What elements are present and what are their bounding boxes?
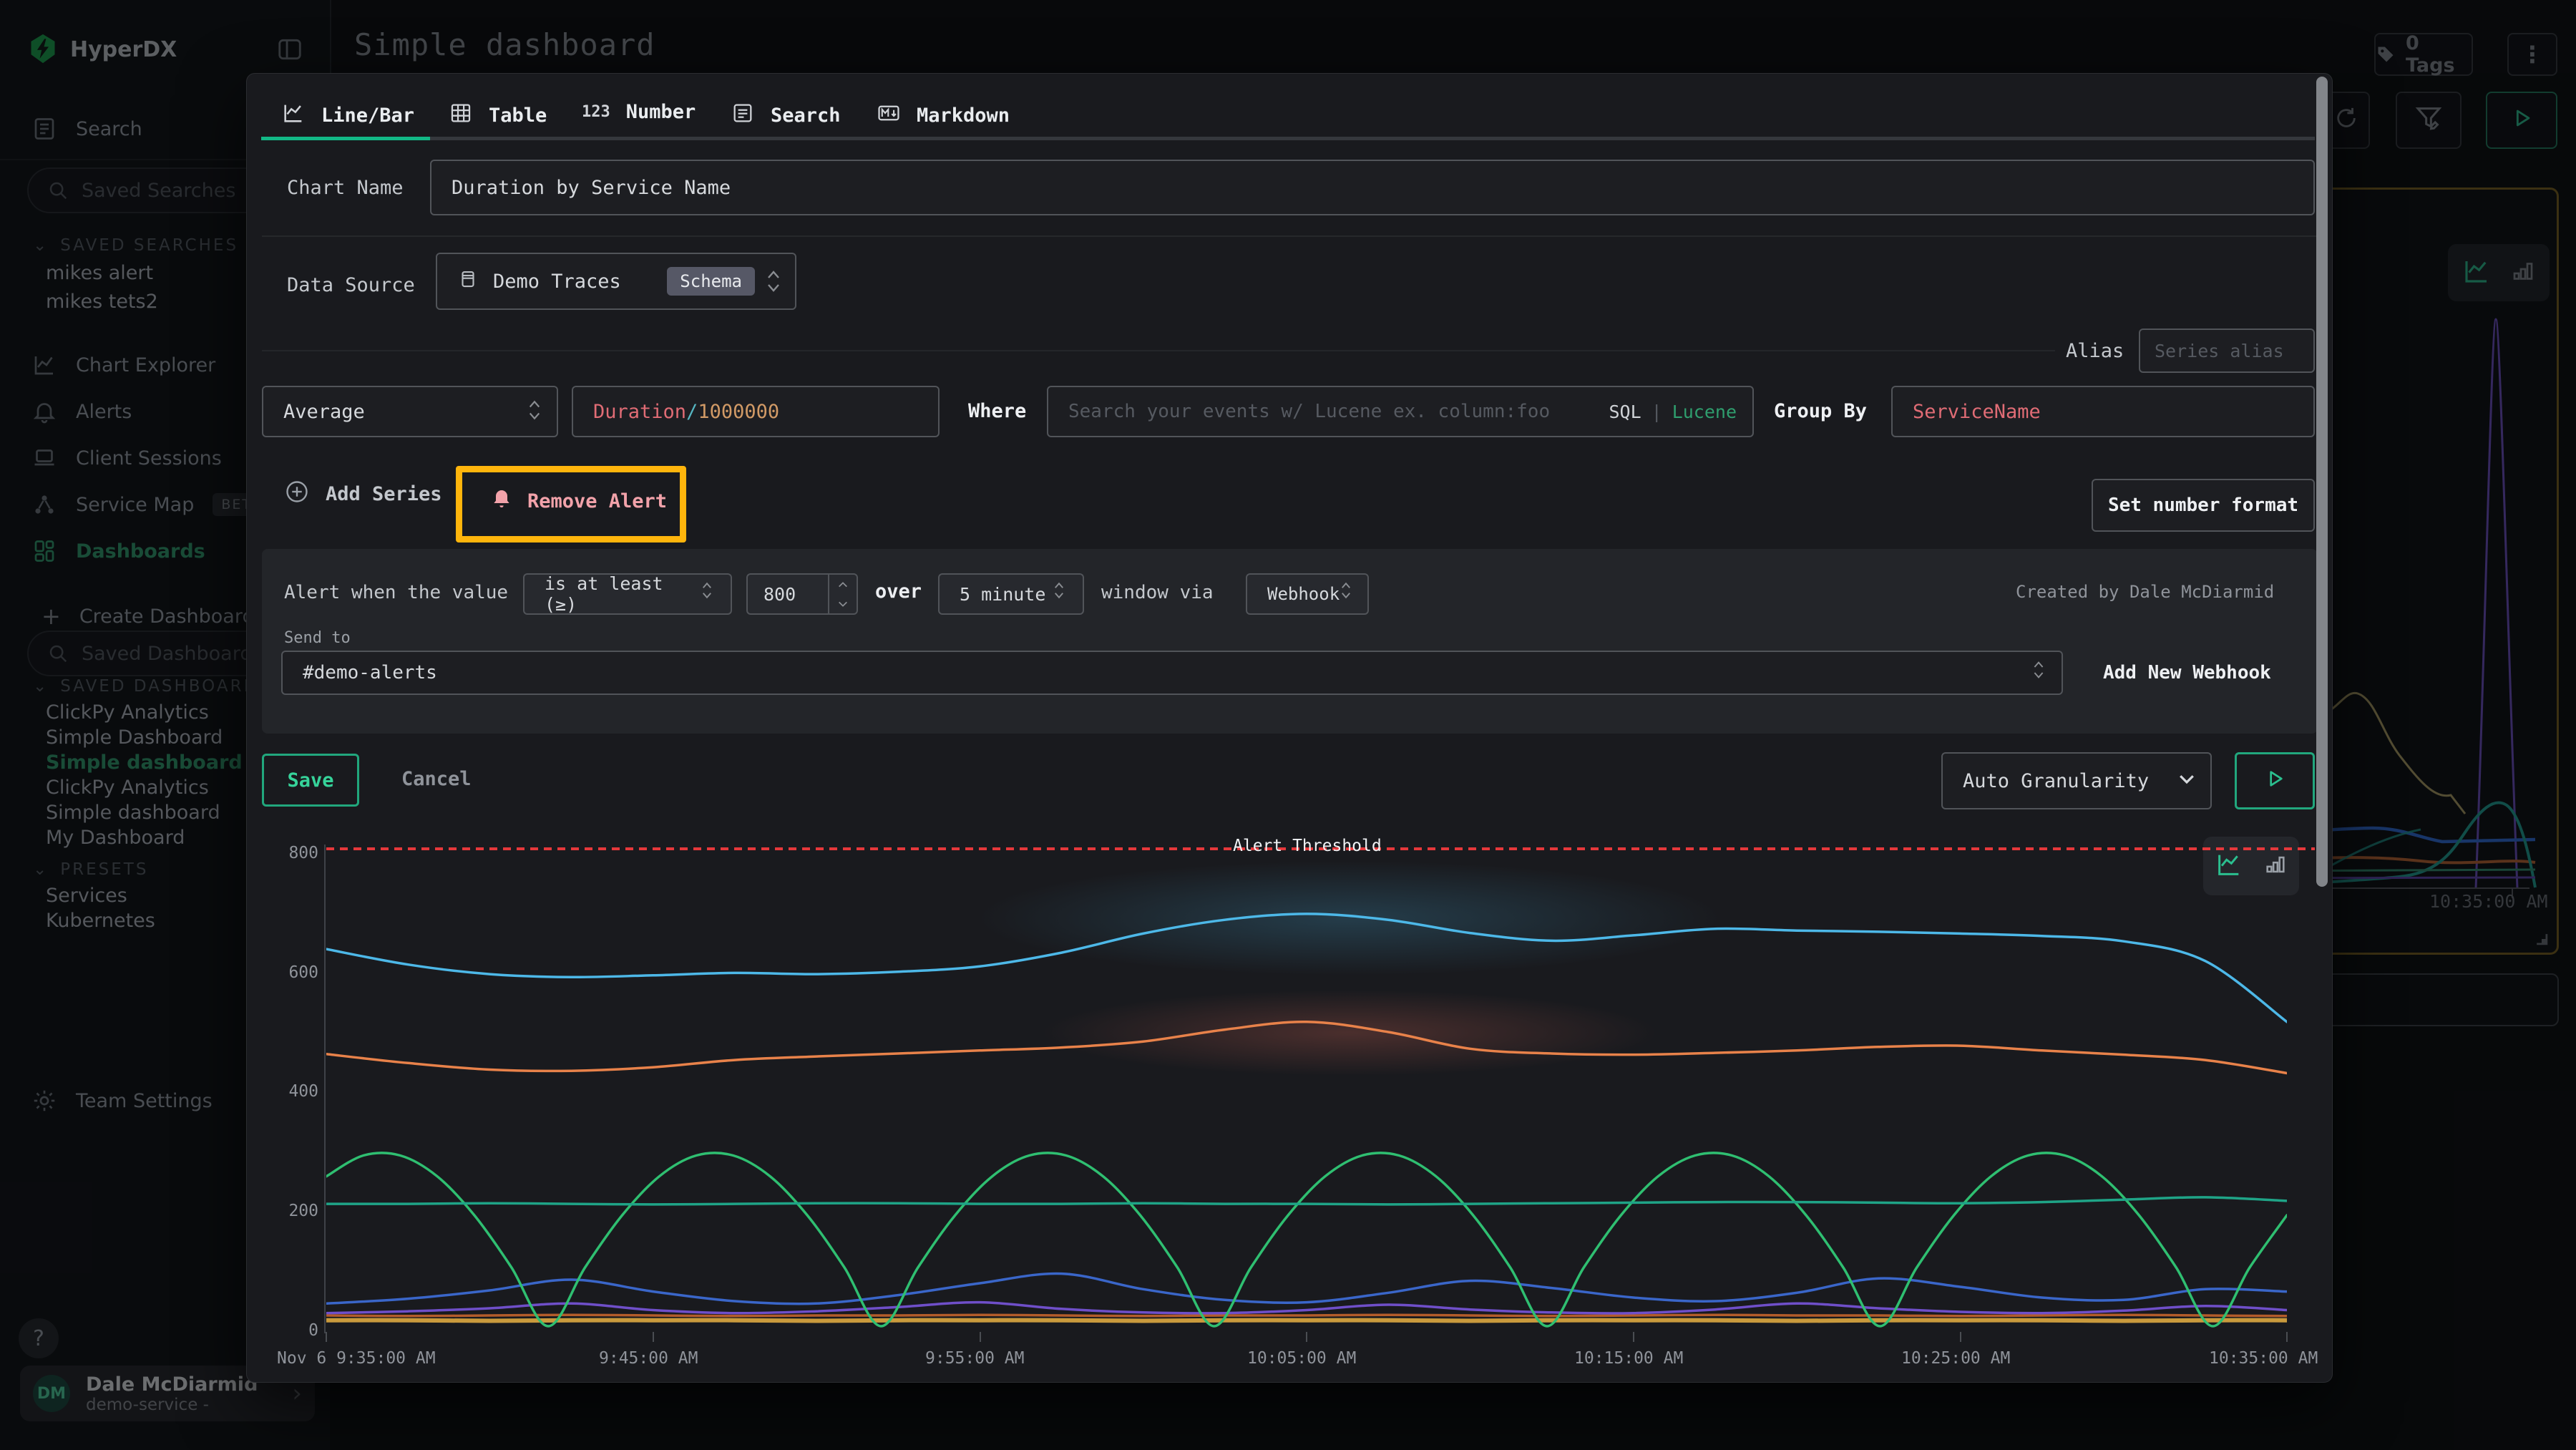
chart-series-series-dark-orange-flat: [326, 1315, 2287, 1316]
data-source-select[interactable]: Demo Traces Schema: [436, 253, 796, 310]
tab-number[interactable]: 123 Number: [582, 101, 696, 123]
set-number-format-button[interactable]: Set number format: [2092, 479, 2315, 532]
screen: HyperDX Simple dashboard Search Saved Se…: [0, 0, 2576, 1450]
active-tab-underline: [261, 137, 430, 140]
chart-series-series-green-wave: [326, 1153, 2287, 1326]
table-icon: [449, 101, 473, 130]
number-stepper[interactable]: [828, 575, 857, 613]
operator-token: /: [686, 401, 698, 423]
tab-underline: [430, 137, 2315, 140]
updown-chevrons-icon: [701, 580, 718, 608]
field-expression-input[interactable]: Duration/1000000: [572, 386, 940, 437]
tab-search[interactable]: Search: [731, 101, 841, 130]
play-icon: [2263, 767, 2286, 795]
alias-label: Alias: [2066, 340, 2124, 362]
preview-play-button[interactable]: [2235, 752, 2315, 809]
x-tick-label: 10:25:00 AM: [1901, 1349, 2010, 1368]
alert-threshold-input[interactable]: 800: [746, 573, 858, 615]
chart-series-series-blue-low: [326, 1273, 2287, 1303]
y-axis-line: [324, 845, 326, 1333]
send-to-select[interactable]: #demo-alerts: [281, 651, 2063, 695]
schema-badge: Schema: [667, 267, 755, 296]
alias-input[interactable]: Series alias: [2139, 329, 2315, 373]
divisor-token: 1000000: [698, 401, 779, 423]
where-label: Where: [968, 400, 1026, 422]
granularity-select[interactable]: Auto Granularity: [1941, 752, 2212, 809]
updown-chevrons-icon: [765, 267, 782, 296]
alert-channel-select[interactable]: Webhook: [1246, 573, 1369, 615]
x-tick: [653, 1332, 654, 1342]
chart-name-label: Chart Name: [287, 177, 404, 199]
x-tick: [980, 1332, 981, 1342]
chart-series-series-teal-flat: [326, 1197, 2287, 1205]
aggregation-select[interactable]: Average: [262, 386, 558, 437]
group-by-label: Group By: [1774, 400, 1867, 422]
alert-threshold-label: Alert Threshold: [1233, 837, 1382, 855]
line-chart-icon: [281, 101, 306, 130]
updown-chevrons-icon: [1053, 580, 1070, 608]
group-by-input[interactable]: ServiceName: [1891, 386, 2315, 437]
x-tick: [326, 1332, 327, 1342]
search-list-icon: [731, 101, 755, 130]
tab-line-bar[interactable]: Line/Bar: [281, 101, 414, 130]
updown-chevrons-icon: [527, 397, 544, 426]
line-chart-svg: [326, 840, 2287, 1333]
alert-prefix-label: Alert when the value: [284, 582, 508, 603]
where-placeholder: Search your events w/ Lucene ex. column:…: [1068, 401, 1550, 422]
database-icon: [457, 268, 479, 295]
tab-markdown[interactable]: Markdown: [877, 101, 1010, 130]
y-tick-label: 600: [275, 963, 318, 982]
cancel-button[interactable]: Cancel: [401, 768, 472, 790]
x-tick-label: 10:35:00 AM: [2209, 1349, 2318, 1368]
modal-scrollbar[interactable]: [2316, 77, 2328, 887]
chart-series-series-gold-flat: [326, 1320, 2287, 1321]
data-source-label: Data Source: [287, 274, 415, 296]
updown-chevrons-icon: [1340, 580, 1357, 608]
x-tick-label: Nov 6 9:35:00 AM: [277, 1349, 436, 1368]
chart-name-input[interactable]: Duration by Service Name: [430, 160, 2315, 215]
y-tick-label: 800: [275, 844, 318, 862]
tab-table[interactable]: Table: [449, 101, 547, 130]
y-tick-label: 200: [275, 1202, 318, 1220]
chart-plot-area: [324, 843, 2315, 1333]
updown-chevrons-icon: [2031, 658, 2049, 687]
bell-icon: [490, 487, 513, 515]
chevron-down-icon: [2176, 768, 2197, 794]
x-tick-label: 9:45:00 AM: [599, 1349, 698, 1368]
sql-toggle[interactable]: SQL: [1609, 402, 1641, 422]
add-new-webhook-button[interactable]: Add New Webhook: [2103, 662, 2271, 683]
x-tick: [2286, 1332, 2288, 1342]
remove-alert-button[interactable]: Remove Alert: [490, 487, 667, 515]
section-divider: [262, 235, 2318, 237]
markdown-icon: [877, 101, 901, 130]
where-search-input[interactable]: Search your events w/ Lucene ex. column:…: [1047, 386, 1754, 437]
series-divider: [262, 350, 2055, 351]
alias-placeholder: Series alias: [2155, 341, 2284, 361]
add-series-button[interactable]: Add Series: [284, 479, 442, 510]
save-button[interactable]: Save: [262, 754, 359, 807]
send-to-label: Send to: [284, 629, 351, 647]
field-token: Duration: [593, 401, 686, 423]
lucene-toggle[interactable]: Lucene: [1672, 402, 1737, 422]
window-via-label: window via: [1101, 582, 1214, 603]
x-tick-label: 10:05:00 AM: [1247, 1349, 1356, 1368]
circle-plus-icon: [284, 479, 310, 510]
x-tick-label: 10:15:00 AM: [1574, 1349, 1683, 1368]
x-tick: [1306, 1332, 1307, 1342]
number-123-icon: 123: [582, 103, 610, 121]
x-tick-label: 9:55:00 AM: [925, 1349, 1024, 1368]
created-by-label: Created by Dale McDiarmid: [2016, 582, 2274, 602]
alert-condition-select[interactable]: is at least (≥): [523, 573, 732, 615]
over-label: over: [875, 580, 922, 603]
edit-chart-modal: Line/Bar Table 123 Number Search Markdow…: [246, 73, 2333, 1383]
x-tick: [1633, 1332, 1634, 1342]
y-tick-label: 0: [275, 1321, 318, 1340]
alert-window-select[interactable]: 5 minute: [938, 573, 1084, 615]
chart-series-series-purple-low: [326, 1303, 2287, 1313]
x-tick: [1960, 1332, 1961, 1342]
y-tick-label: 400: [275, 1082, 318, 1101]
